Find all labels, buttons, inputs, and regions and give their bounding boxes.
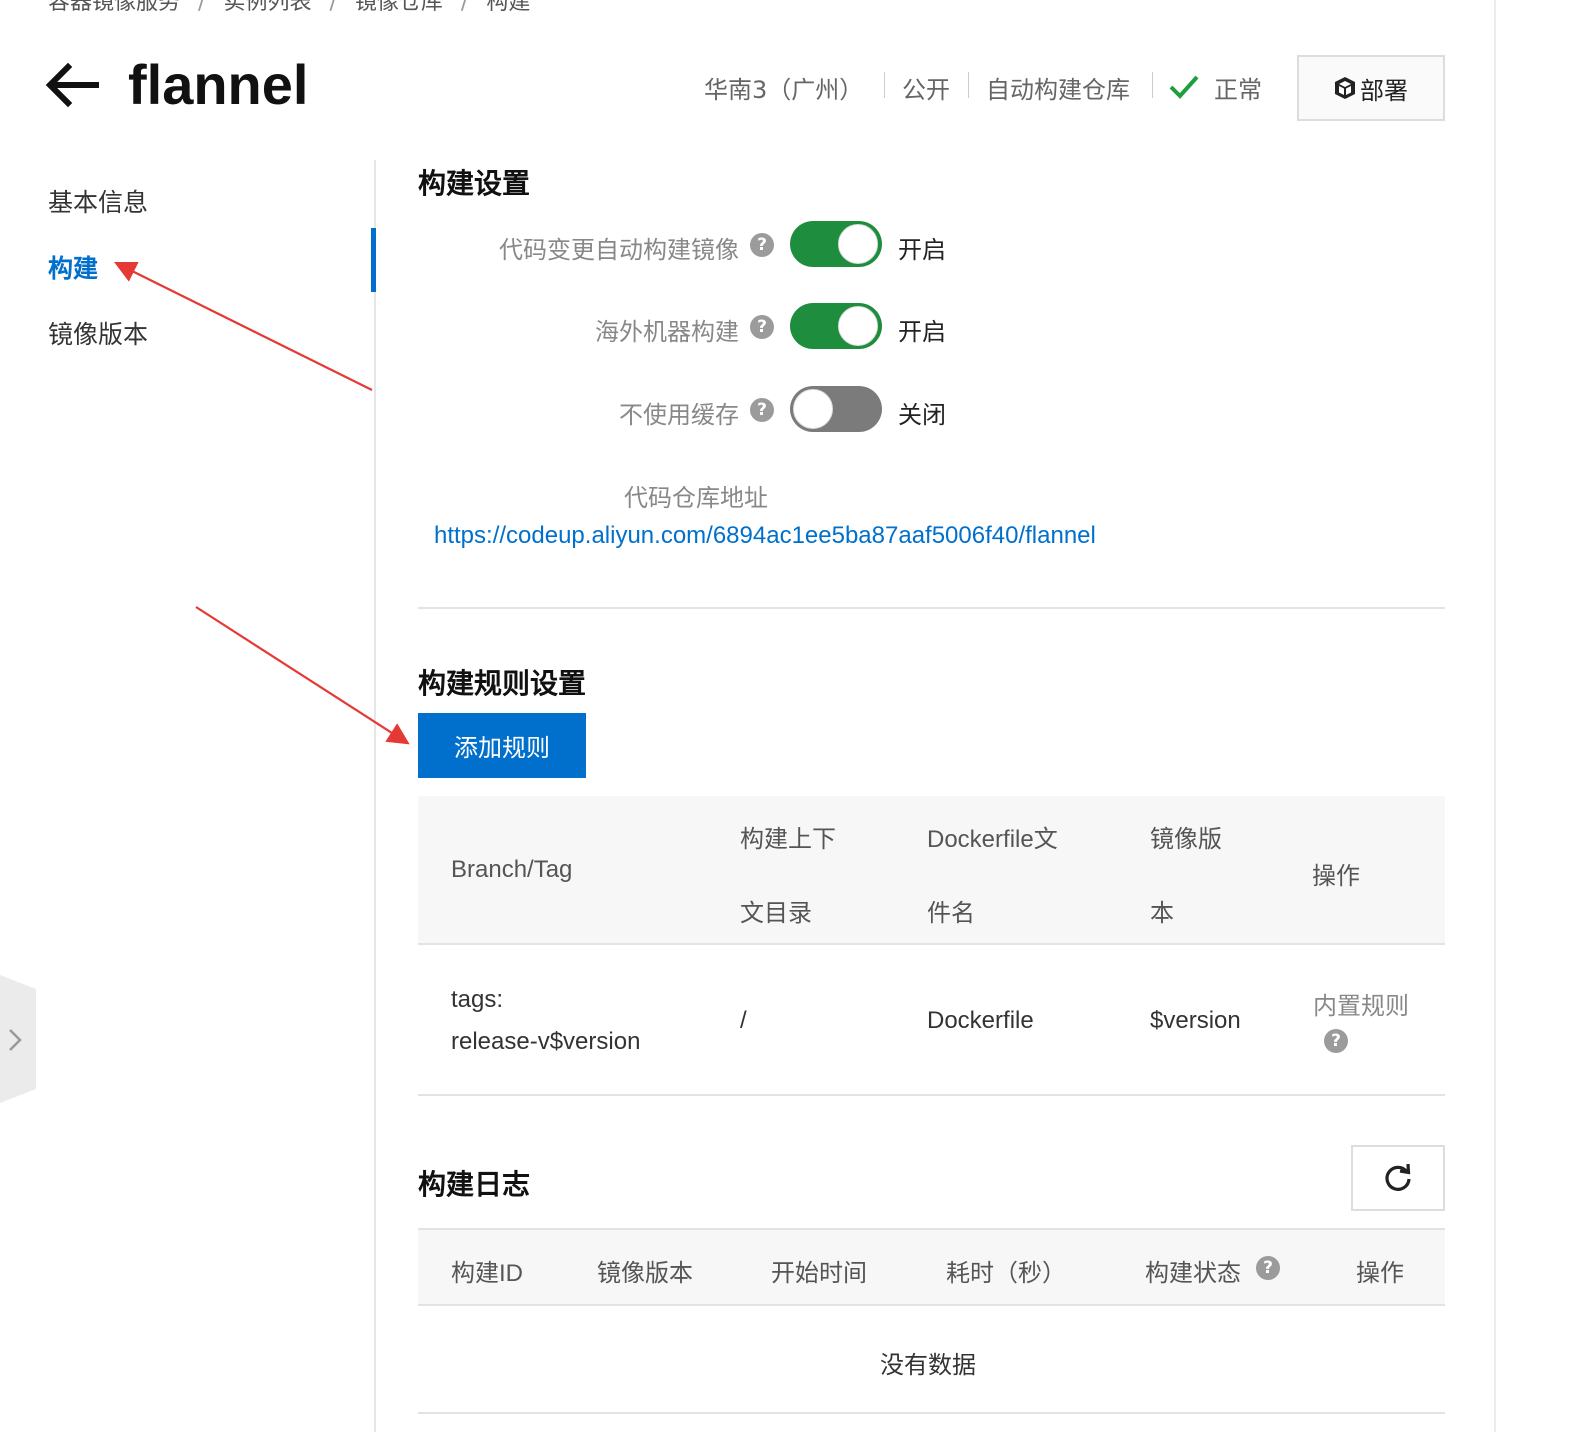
help-icon[interactable]: ? xyxy=(750,398,774,422)
repo-url-link[interactable]: https://codeup.aliyun.com/6894ac1ee5ba87… xyxy=(434,522,1096,550)
meta-divider xyxy=(968,72,969,98)
region-label: 华南3（广州） xyxy=(704,76,864,104)
col-dockerfile: Dockerfile文 xyxy=(927,826,1058,853)
col-dockerfile: 件名 xyxy=(927,900,975,927)
auto-build-state: 开启 xyxy=(898,236,946,264)
table-row-divider xyxy=(418,943,1445,945)
page-title: flannel xyxy=(128,53,309,116)
overseas-build-label: 海外机器构建 xyxy=(595,318,739,346)
sidebar-item-build[interactable]: 构建 xyxy=(48,249,98,285)
table-row-divider xyxy=(418,1412,1445,1414)
build-rules-title: 构建规则设置 xyxy=(418,667,587,700)
repo-url-label: 代码仓库地址 xyxy=(624,484,768,512)
back-arrow-icon[interactable] xyxy=(44,62,100,108)
no-cache-state: 关闭 xyxy=(898,401,946,429)
toggle-knob xyxy=(793,389,833,429)
overseas-build-state: 开启 xyxy=(898,318,946,346)
col-image-version: 本 xyxy=(1150,900,1174,927)
toggle-knob xyxy=(838,306,878,346)
col-duration: 耗时（秒） xyxy=(946,1260,1066,1287)
help-icon[interactable]: ? xyxy=(1256,1256,1280,1280)
deploy-button[interactable]: 部署 xyxy=(1297,55,1445,121)
annotation-overlay xyxy=(114,261,410,745)
logs-table-header xyxy=(418,1230,1445,1304)
breadcrumb-item[interactable]: 容器镜像服务 xyxy=(48,0,180,15)
annotation-arrow xyxy=(114,261,373,391)
col-start-time: 开始时间 xyxy=(771,1260,867,1287)
visibility-label: 公开 xyxy=(902,76,950,104)
table-row-divider xyxy=(418,1304,1445,1306)
check-icon xyxy=(1169,75,1199,99)
rule-version: $version xyxy=(1150,1007,1241,1034)
no-cache-label: 不使用缓存 xyxy=(619,401,739,429)
col-build-context: 文目录 xyxy=(740,900,812,927)
refresh-icon xyxy=(1385,1163,1411,1191)
auto-build-label: 代码变更自动构建镜像 xyxy=(499,236,739,264)
col-branch-tag: Branch/Tag xyxy=(451,856,573,883)
auto-build-toggle[interactable] xyxy=(790,221,882,267)
side-panel-toggle[interactable] xyxy=(0,975,36,1103)
add-rule-button[interactable]: 添加规则 xyxy=(418,713,586,778)
sidebar-item-image-versions[interactable]: 镜像版本 xyxy=(48,315,148,351)
col-operations: 操作 xyxy=(1312,863,1360,890)
meta-divider xyxy=(884,72,885,98)
build-logs-title: 构建日志 xyxy=(418,1168,531,1201)
deploy-label: 部署 xyxy=(1360,76,1408,105)
breadcrumb-item[interactable]: 镜像仓库 xyxy=(355,0,443,15)
rule-branch: tags: xyxy=(451,986,504,1013)
sidebar-divider xyxy=(374,160,376,1432)
cube-icon xyxy=(1335,77,1355,99)
sidebar-active-indicator xyxy=(371,228,376,292)
status-label: 正常 xyxy=(1214,76,1262,104)
no-cache-toggle[interactable] xyxy=(790,386,882,432)
breadcrumb-item[interactable]: 实例列表 xyxy=(223,0,311,15)
empty-state-text: 没有数据 xyxy=(880,1351,976,1379)
sidebar-item-basic-info[interactable]: 基本信息 xyxy=(48,183,148,219)
col-build-id: 构建ID xyxy=(451,1260,523,1287)
col-operations: 操作 xyxy=(1356,1260,1404,1287)
rule-context: / xyxy=(740,1007,747,1034)
col-image-version: 镜像版 xyxy=(1150,826,1222,853)
rule-branch: release-v$version xyxy=(451,1028,641,1055)
overseas-build-toggle[interactable] xyxy=(790,303,882,349)
table-row-divider xyxy=(418,1094,1445,1096)
repo-type-label: 自动构建仓库 xyxy=(986,76,1130,104)
breadcrumb-item: 构建 xyxy=(486,0,531,15)
toggle-knob xyxy=(838,224,878,264)
col-build-context: 构建上下 xyxy=(740,826,836,853)
rule-builtin-label: 内置规则 xyxy=(1313,993,1409,1020)
breadcrumb: 容器镜像服务 / 实例列表 / 镜像仓库 / 构建 xyxy=(48,0,530,16)
page-border xyxy=(1494,0,1496,1432)
rule-dockerfile: Dockerfile xyxy=(927,1007,1034,1034)
section-divider xyxy=(418,607,1445,609)
col-image-version: 镜像版本 xyxy=(597,1260,693,1287)
help-icon[interactable]: ? xyxy=(750,233,774,257)
help-icon[interactable]: ? xyxy=(1324,1029,1348,1053)
help-icon[interactable]: ? xyxy=(750,315,774,339)
meta-divider xyxy=(1152,72,1153,98)
refresh-button[interactable] xyxy=(1351,1145,1445,1211)
col-build-status: 构建状态 xyxy=(1145,1260,1241,1287)
build-settings-title: 构建设置 xyxy=(418,167,531,200)
